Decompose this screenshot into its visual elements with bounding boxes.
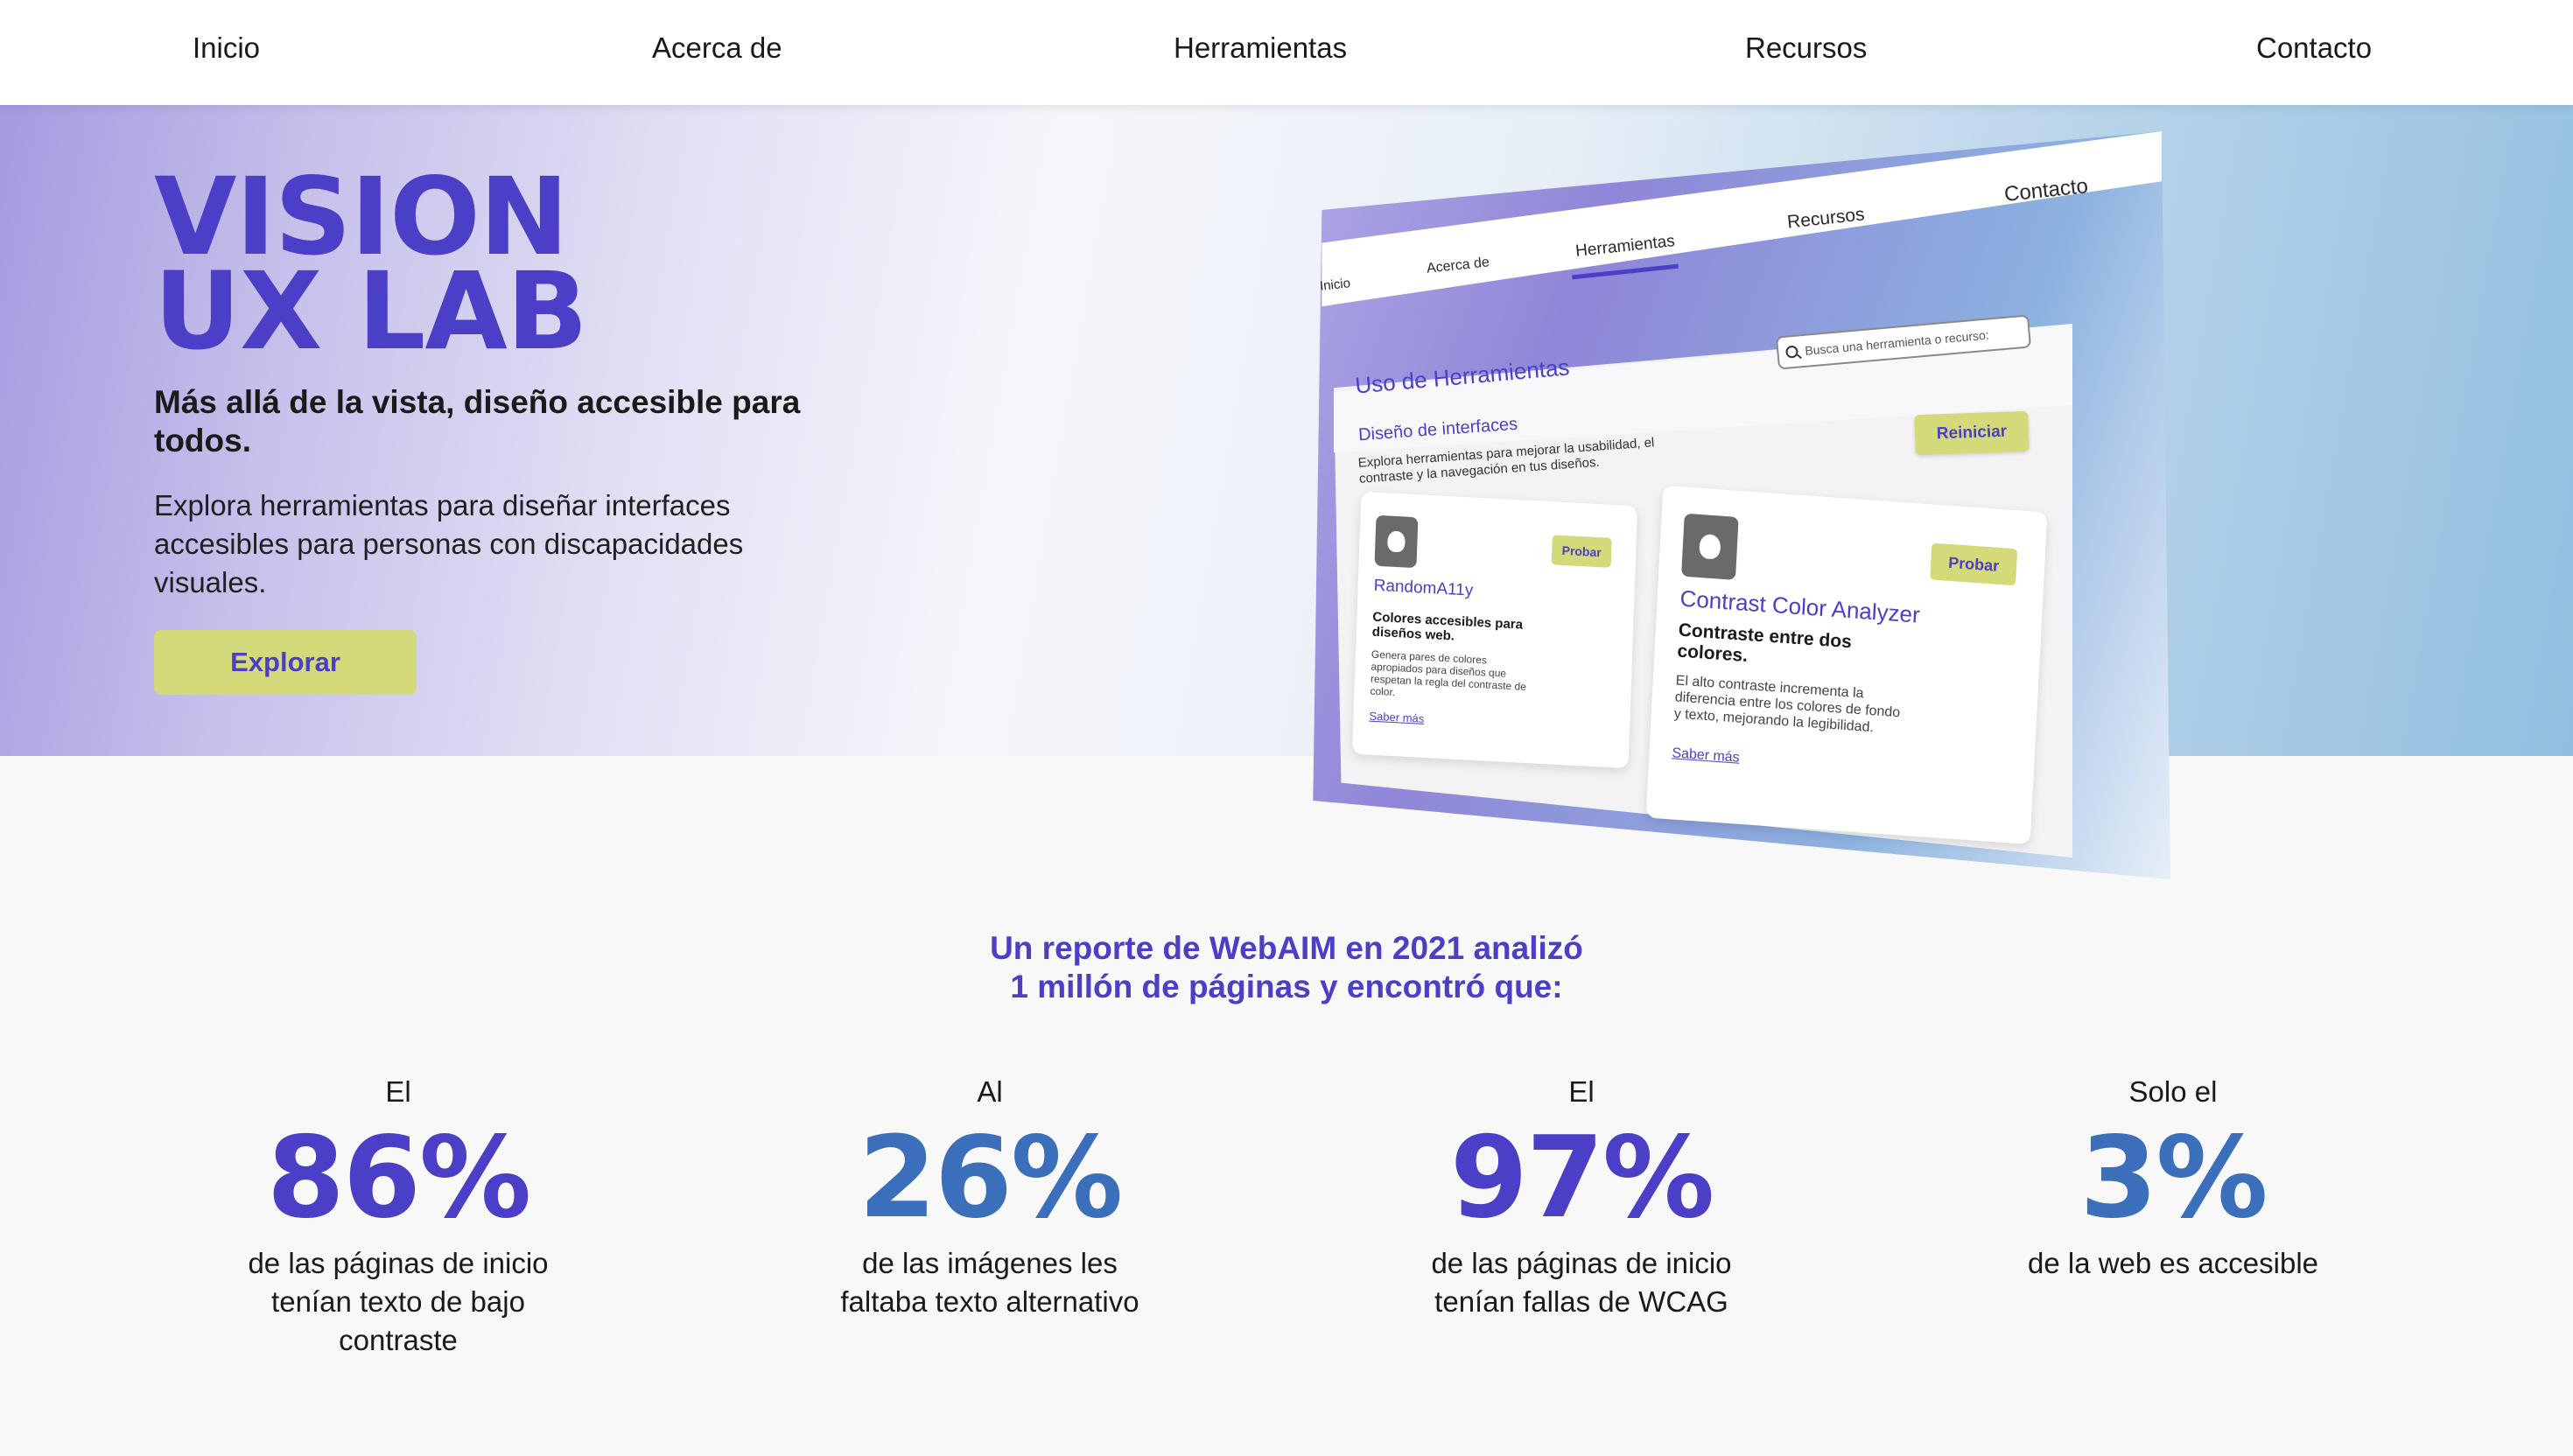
mockup-card-name: RandomA11y (1373, 576, 1474, 600)
mockup-reset-button: Reiniciar (1914, 410, 2030, 456)
stat-value: 26% (858, 1113, 1123, 1243)
mockup-card-headline: Contraste entre dos colores. (1676, 620, 1853, 667)
nav-link-recursos[interactable]: Recursos (1745, 32, 1867, 65)
mockup-card-link: Saber más (1672, 746, 1741, 766)
nav-link-contacto[interactable]: Contacto (2256, 32, 2372, 65)
mockup-search-placeholder: Busca una herramienta o recurso: (1804, 327, 1990, 358)
stat-prefix: Solo el (2128, 1075, 2218, 1108)
palette-icon (1374, 514, 1419, 569)
stat-item: El 86% de las páginas de inicio tenían t… (136, 1074, 661, 1360)
stat-value: 86% (266, 1113, 531, 1243)
mockup-card-headline: Colores accesibles para diseños web. (1371, 609, 1524, 644)
nav-link-acerca-de[interactable]: Acerca de (652, 32, 782, 65)
mockup-tool-card: Probar RandomA11y Colores accesibles par… (1351, 491, 1638, 769)
mockup-try-button: Probar (1930, 542, 2018, 586)
stat-value: 3% (2079, 1113, 2268, 1243)
stats-intro-line2: 1 millón de páginas y encontró que: (1010, 969, 1563, 1004)
stat-description: de las imágenes les faltaba texto altern… (840, 1247, 1139, 1318)
explore-button[interactable]: Explorar (154, 630, 417, 695)
hero-description: Explora herramientas para diseñar interf… (154, 489, 744, 598)
mockup-nav-inicio: Inicio (1319, 276, 1351, 294)
stat-description: de la web es accesible (2027, 1247, 2319, 1279)
stat-prefix: El (1568, 1075, 1595, 1108)
stat-item: Al 26% de las imágenes les faltaba texto… (727, 1074, 1252, 1321)
hero-title-line2: UX LAB (154, 249, 588, 374)
stats-intro-line1: Un reporte de WebAIM en 2021 analizó (990, 930, 1583, 966)
stat-description: de las páginas de inicio tenían fallas d… (1431, 1247, 1732, 1318)
stat-item: El 97% de las páginas de inicio tenían f… (1319, 1074, 1844, 1321)
nav-link-herramientas[interactable]: Herramientas (1174, 32, 1347, 65)
nav-link-inicio[interactable]: Inicio (193, 32, 260, 65)
mockup-card-body: El alto contraste incrementa la diferenc… (1673, 673, 1901, 736)
drop-icon (1681, 513, 1739, 580)
stat-prefix: Al (977, 1075, 1003, 1108)
mockup-try-button: Probar (1551, 535, 1612, 568)
stat-prefix: El (385, 1075, 411, 1108)
stat-value: 97% (1449, 1113, 1714, 1243)
hero-subtitle: Más allá de la vista, diseño accesible p… (154, 384, 801, 458)
app-mockup-illustration: Inicio Acerca de Herramientas Recursos C… (1286, 131, 2170, 919)
mockup-tool-card: Probar Contrast Color Analyzer Contraste… (1645, 485, 2048, 845)
stat-item: Solo el 3% de la web es accesible (1910, 1074, 2436, 1283)
top-nav: Inicio Acerca de Herramientas Recursos C… (0, 0, 2573, 105)
stats-intro: Un reporte de WebAIM en 2021 analizó 1 m… (0, 929, 2573, 1006)
stat-description: de las páginas de inicio tenían texto de… (248, 1247, 549, 1356)
search-icon (1784, 345, 1799, 359)
mockup-card-link: Saber más (1369, 709, 1425, 725)
mockup-card-body: Genera pares de colores apropiados para … (1370, 648, 1527, 699)
hero-title: VISION UX LAB (154, 164, 588, 374)
